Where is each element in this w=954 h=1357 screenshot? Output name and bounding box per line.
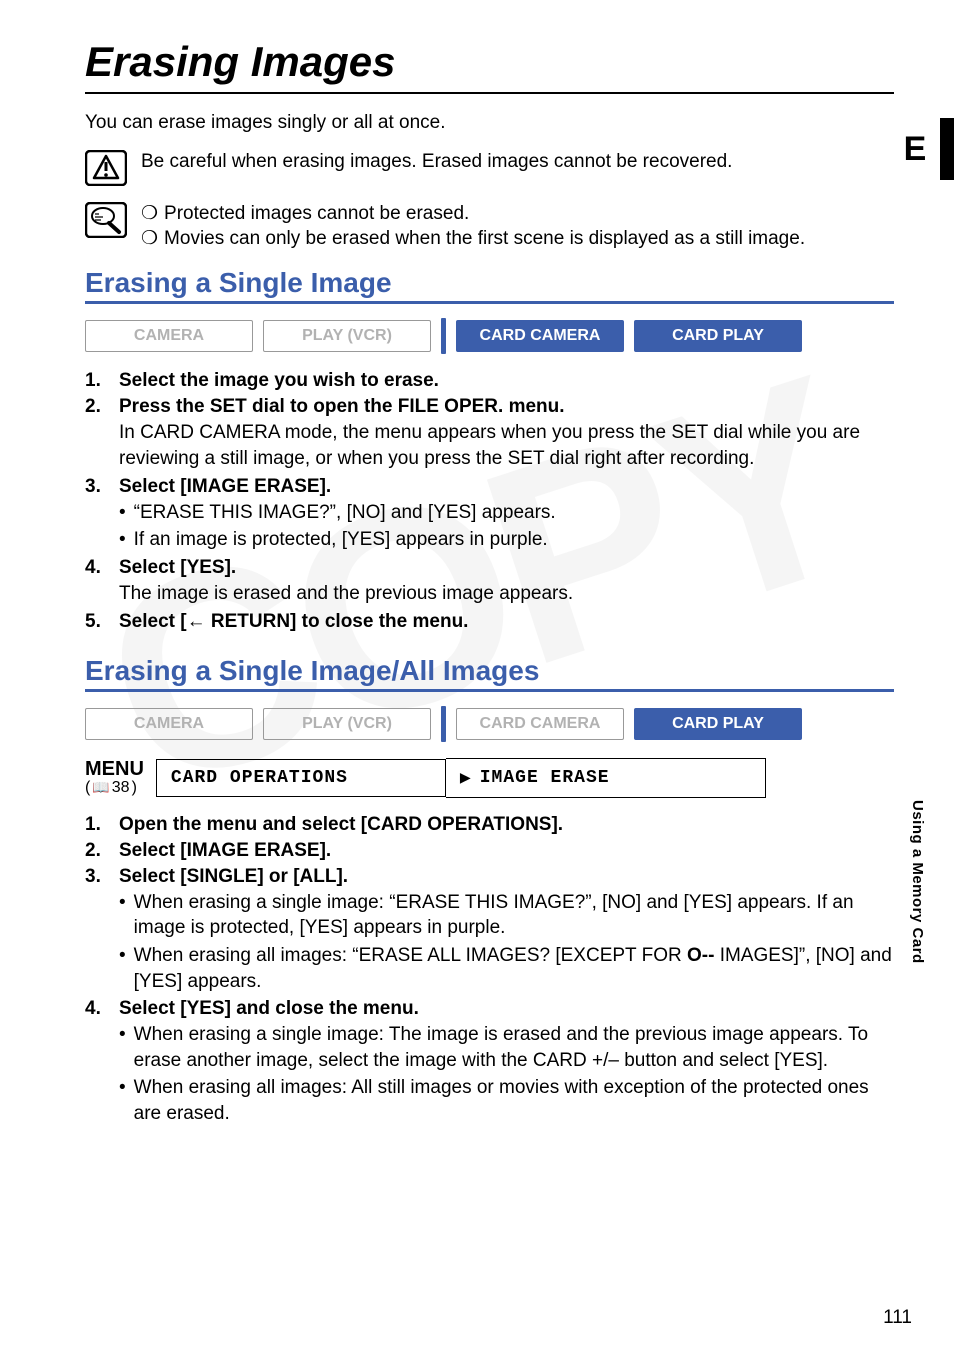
menu-label: MENU <box>85 759 144 779</box>
lock-key-icon: O‑‑ <box>687 945 714 966</box>
step-number: 3. <box>85 476 119 553</box>
step-bullet: When erasing a single image: “ERASE THIS… <box>134 890 894 941</box>
mode-row: CAMERA PLAY (VCR) CARD CAMERA CARD PLAY <box>85 318 894 354</box>
step-number: 2. <box>85 396 119 471</box>
note-item: Protected images cannot be erased. <box>164 202 469 227</box>
step-title: Select [← RETURN] to close the menu. <box>119 611 894 633</box>
step-title: Select [IMAGE ERASE]. <box>119 476 894 498</box>
step-bullet: If an image is protected, [YES] appears … <box>134 527 548 553</box>
step-number: 2. <box>85 840 119 862</box>
section-heading: Erasing a Single Image <box>85 267 894 304</box>
note-icon <box>85 202 127 238</box>
note-item: Movies can only be erased when the first… <box>164 227 805 252</box>
step-detail: The image is erased and the previous ima… <box>119 581 894 607</box>
step-title: Select [SINGLE] or [ALL]. <box>119 866 894 888</box>
mode-card-camera: CARD CAMERA <box>456 708 624 740</box>
page-title: Erasing Images <box>85 38 894 94</box>
step-title: Press the SET dial to open the FILE OPER… <box>119 396 894 418</box>
step-title: Select the image you wish to erase. <box>119 370 894 392</box>
mode-card-camera: CARD CAMERA <box>456 320 624 352</box>
warning-text: Be careful when erasing images. Erased i… <box>141 150 894 175</box>
return-arrow-icon: ← <box>187 611 206 632</box>
mode-camera: CAMERA <box>85 320 253 352</box>
step-number: 3. <box>85 866 119 995</box>
mode-row: CAMERA PLAY (VCR) CARD CAMERA CARD PLAY <box>85 706 894 742</box>
step-bullet: “ERASE THIS IMAGE?”, [NO] and [YES] appe… <box>134 500 556 526</box>
menu-box: ▶ IMAGE ERASE <box>446 758 766 798</box>
step-number: 5. <box>85 611 119 633</box>
menu-path: MENU (📖 38) CARD OPERATIONS ▶ IMAGE ERAS… <box>85 758 894 798</box>
step-number: 4. <box>85 557 119 607</box>
step-bullet: When erasing all images: “ERASE ALL IMAG… <box>134 943 894 994</box>
mode-play-vcr: PLAY (VCR) <box>263 320 431 352</box>
mode-card-play: CARD PLAY <box>634 320 802 352</box>
mode-camera: CAMERA <box>85 708 253 740</box>
page-number: 111 <box>883 1307 912 1329</box>
mode-divider <box>441 318 446 354</box>
step-detail: In CARD CAMERA mode, the menu appears wh… <box>119 420 894 471</box>
step-title: Select [YES]. <box>119 557 894 579</box>
step-title: Open the menu and select [CARD OPERATION… <box>119 814 894 836</box>
intro-text: You can erase images singly or all at on… <box>85 112 894 134</box>
step-title: Select [IMAGE ERASE]. <box>119 840 894 862</box>
step-number: 4. <box>85 998 119 1127</box>
mode-play-vcr: PLAY (VCR) <box>263 708 431 740</box>
menu-box: CARD OPERATIONS <box>156 759 446 797</box>
mode-card-play: CARD PLAY <box>634 708 802 740</box>
book-icon: 📖 <box>92 779 109 796</box>
step-number: 1. <box>85 814 119 836</box>
step-bullet: When erasing all images: All still image… <box>134 1075 894 1126</box>
mode-divider <box>441 706 446 742</box>
step-title: Select [YES] and close the menu. <box>119 998 894 1020</box>
menu-ref: (📖 38) <box>85 779 144 797</box>
step-number: 1. <box>85 370 119 392</box>
play-arrow-icon: ▶ <box>460 767 472 789</box>
section-heading: Erasing a Single Image/All Images <box>85 655 894 692</box>
note-list: ❍Protected images cannot be erased. ❍Mov… <box>141 202 894 251</box>
warning-icon <box>85 150 127 186</box>
step-bullet: When erasing a single image: The image i… <box>134 1022 894 1073</box>
